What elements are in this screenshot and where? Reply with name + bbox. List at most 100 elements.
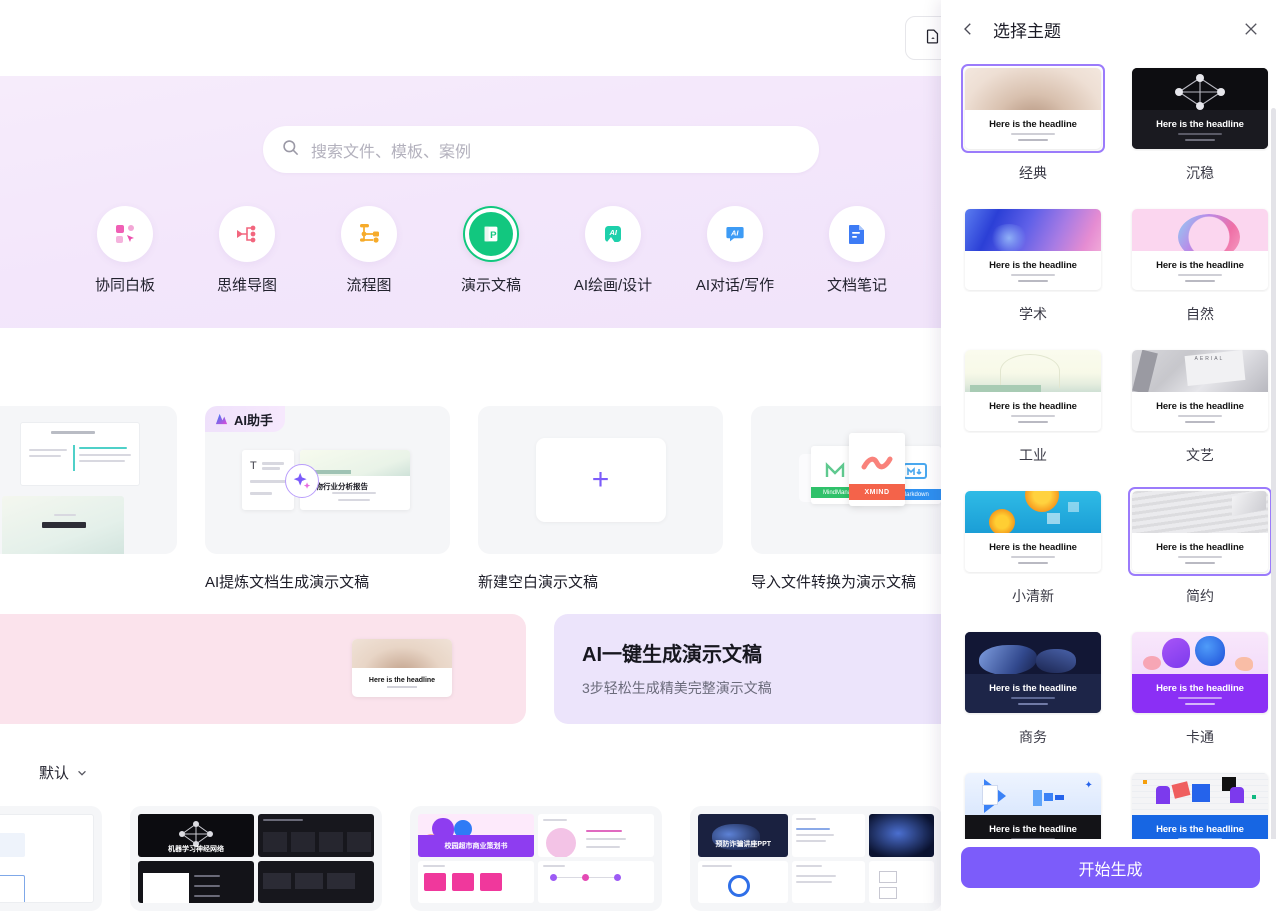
- quick-entry-whiteboard[interactable]: 协同白板: [64, 206, 186, 295]
- theme-thumb: Here is the headline: [1128, 64, 1272, 153]
- quick-entry-document[interactable]: 文档笔记: [796, 206, 918, 295]
- close-icon[interactable]: [1242, 20, 1260, 38]
- flowchart-icon: [341, 206, 397, 262]
- presentation-icon: P: [463, 206, 519, 262]
- create-card-caption: AI提炼文档生成演示文稿: [205, 574, 370, 591]
- mindmap-icon: [219, 206, 275, 262]
- theme-name: 小清新: [1012, 588, 1054, 604]
- promo-title: AI一键生成演示文稿: [582, 644, 762, 666]
- quick-entry-flowchart[interactable]: 流程图: [308, 206, 430, 295]
- filter-sort[interactable]: 默认: [39, 762, 88, 783]
- search-placeholder: 搜索文件、模板、案例: [311, 143, 472, 161]
- quick-entry-label: AI对话/写作: [695, 277, 775, 294]
- sparkle-icon: [293, 472, 311, 489]
- theme-option-academic[interactable]: Here is the headline 学术: [961, 205, 1105, 324]
- theme-option-business[interactable]: Here is the headline 商务: [961, 628, 1105, 747]
- filter-label: 默认: [39, 765, 70, 782]
- quick-entry-label: 思维导图: [216, 277, 277, 294]
- theme-headline: Here is the headline: [1156, 400, 1244, 412]
- template-card[interactable]: 机器学习神经网络: [130, 806, 382, 911]
- theme-option-cartoon[interactable]: Here is the headline 卡通: [1128, 628, 1272, 747]
- create-cards-row: AI助手 T 宠物行业分析报告 AI提炼文档生成演示文稿 + 新建空白演示文稿 …: [0, 406, 996, 592]
- theme-headline: Here is the headline: [989, 259, 1077, 271]
- promo-subtitle: 3步轻松生成精美完整演示文稿: [582, 680, 772, 696]
- theme-picker-panel: 选择主题 Here is the headline 经典 Here is the…: [941, 0, 1280, 911]
- theme-name: 自然: [1186, 306, 1214, 322]
- theme-panel-title: 选择主题: [993, 21, 1061, 41]
- svg-text:AI: AI: [730, 229, 739, 238]
- theme-headline: Here is the headline: [989, 118, 1077, 130]
- theme-option-artistic[interactable]: AERIAL Here is the headline 文艺: [1128, 346, 1272, 465]
- create-card-clipped[interactable]: [0, 406, 177, 592]
- theme-name: 学术: [1019, 306, 1047, 322]
- quick-entry-label: 协同白板: [94, 277, 155, 294]
- template-card[interactable]: 校园超市商业策划书: [410, 806, 662, 911]
- ai-chat-icon: AI: [707, 206, 763, 262]
- create-card-blank[interactable]: + 新建空白演示文稿: [478, 406, 723, 592]
- create-card-thumb: AI助手 T 宠物行业分析报告: [205, 406, 450, 554]
- theme-option-flat[interactable]: ✦ Here is the headline 扁平: [961, 769, 1105, 839]
- search-input[interactable]: 搜索文件、模板、案例: [263, 126, 819, 173]
- template-card[interactable]: 预防诈骗讲座PPT: [690, 806, 942, 911]
- theme-grid: Here is the headline 经典 Here is the head…: [961, 64, 1272, 839]
- template-title: 预防诈骗讲座PPT: [715, 840, 772, 848]
- theme-headline: Here is the headline: [1156, 541, 1244, 553]
- theme-headline: Here is the headline: [1156, 823, 1244, 835]
- start-generate-button[interactable]: 开始生成: [961, 847, 1260, 888]
- theme-name: 工业: [1019, 447, 1047, 463]
- promo-thumb-headline: Here is the headline: [368, 677, 436, 685]
- theme-name: 沉稳: [1186, 165, 1214, 181]
- template-card[interactable]: [0, 806, 102, 911]
- theme-headline: Here is the headline: [989, 823, 1077, 835]
- ai-sparkle-icon: [215, 413, 228, 425]
- share-link-icon: [924, 28, 941, 49]
- theme-headline: Here is the headline: [1156, 259, 1244, 271]
- theme-thumb: Here is the headline: [1128, 628, 1272, 717]
- theme-thumb: ✦ Here is the headline: [961, 769, 1105, 839]
- quick-entry-presentation[interactable]: P 演示文稿: [430, 206, 552, 295]
- theme-name: 经典: [1019, 165, 1047, 181]
- quick-entry-ai-chat[interactable]: AI AI对话/写作: [674, 206, 796, 295]
- ai-assistant-badge-label: AI助手: [234, 412, 274, 428]
- theme-thumb: Here is the headline: [961, 487, 1105, 576]
- quick-entry-mindmap[interactable]: 思维导图: [186, 206, 308, 295]
- theme-option-fresh[interactable]: Here is the headline 小清新: [961, 487, 1105, 606]
- add-blank-icon[interactable]: +: [535, 438, 666, 522]
- theme-thumb: Here is the headline: [961, 346, 1105, 435]
- template-title: 校园超市商业策划书: [418, 834, 534, 857]
- svg-text:P: P: [490, 230, 497, 241]
- whiteboard-icon: [97, 206, 153, 262]
- svg-text:AI: AI: [609, 228, 618, 237]
- theme-name: 简约: [1186, 588, 1214, 604]
- create-card-ai-extract[interactable]: AI助手 T 宠物行业分析报告 AI提炼文档生成演示文稿: [205, 406, 450, 592]
- theme-thumb: Here is the headline: [1128, 487, 1272, 576]
- promo-card-video[interactable]: 稿 02:21 点和信息汇聚于一处 Here is the headline: [0, 614, 526, 724]
- theme-panel-scrollbar[interactable]: [1271, 108, 1276, 839]
- filter-row: 默认: [0, 762, 88, 783]
- create-card-thumb: +: [478, 406, 723, 554]
- theme-option-industrial[interactable]: Here is the headline 工业: [961, 346, 1105, 465]
- quick-entry-label: 流程图: [346, 277, 392, 294]
- theme-option-minimal[interactable]: Here is the headline 简约: [1128, 487, 1272, 606]
- theme-thumb: Here is the headline: [1128, 769, 1272, 839]
- theme-headline: Here is the headline: [1156, 118, 1244, 130]
- promo-thumbnail: Here is the headline: [352, 639, 452, 697]
- ai-assistant-badge: AI助手: [205, 406, 286, 432]
- chevron-down-icon: [78, 770, 86, 776]
- theme-name: 商务: [1019, 729, 1047, 745]
- theme-option-classic[interactable]: Here is the headline 经典: [961, 64, 1105, 183]
- quick-entry-label: 文档笔记: [826, 277, 887, 294]
- template-title: 机器学习神经网络: [168, 845, 224, 853]
- quick-entry-ai-image[interactable]: AI AI绘画/设计: [552, 206, 674, 295]
- theme-headline: Here is the headline: [989, 541, 1077, 553]
- document-icon: [829, 206, 885, 262]
- create-card-thumb: [0, 406, 177, 554]
- chevron-left-icon[interactable]: [959, 20, 977, 38]
- theme-option-cartoon2[interactable]: Here is the headline 卡通2: [1128, 769, 1272, 839]
- theme-option-steady[interactable]: Here is the headline 沉稳: [1128, 64, 1272, 183]
- search-icon: [281, 138, 300, 162]
- theme-option-nature[interactable]: Here is the headline 自然: [1128, 205, 1272, 324]
- theme-name: 文艺: [1186, 447, 1214, 463]
- promo-card-ai-generate[interactable]: AI一键生成演示文稿 3步轻松生成精美完整演示文稿: [554, 614, 974, 724]
- quick-entry-label: AI绘画/设计: [573, 277, 653, 294]
